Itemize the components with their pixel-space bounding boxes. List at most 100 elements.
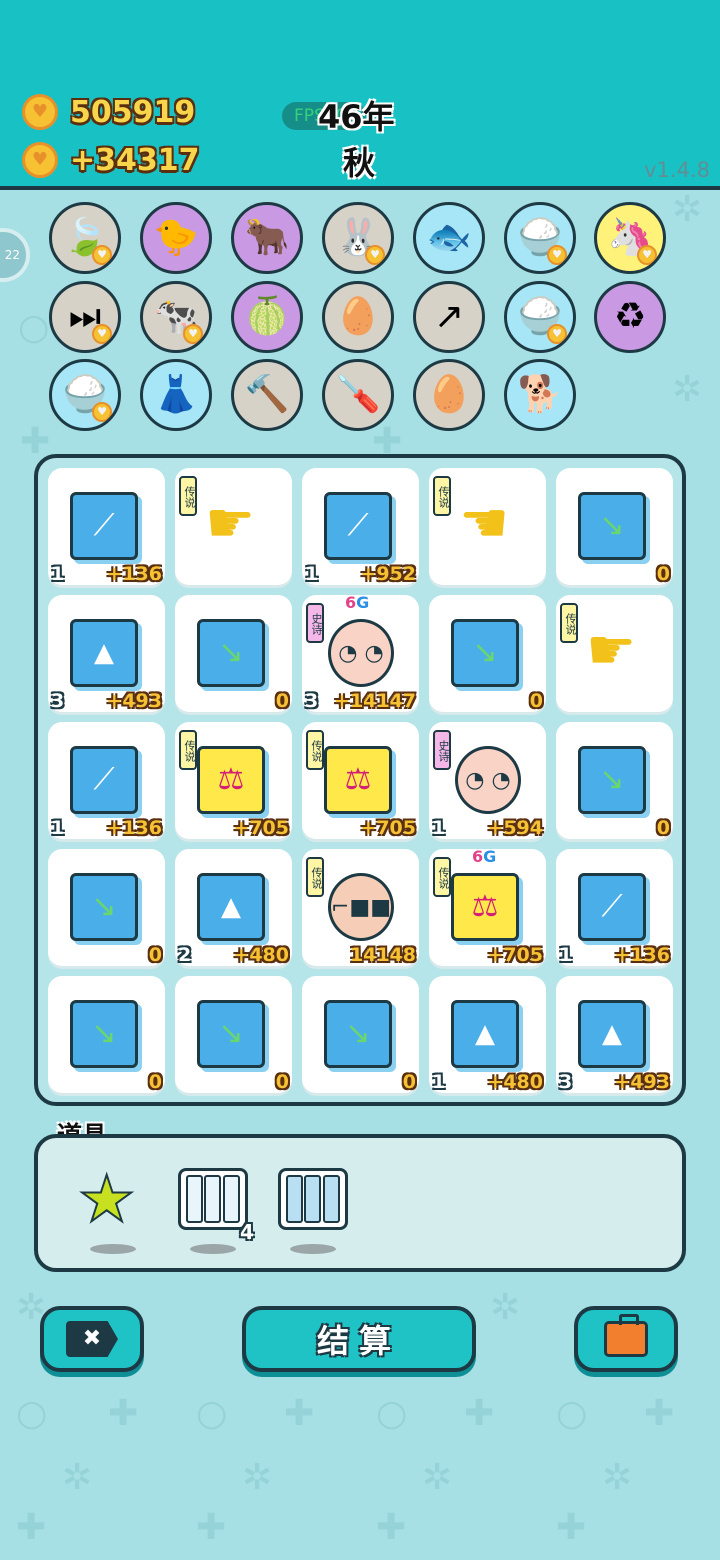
trend-up-icon: ⟋ [578, 873, 646, 941]
heart-badge-icon: ♥ [92, 324, 112, 344]
rabbit-item[interactable]: 🐰 ♥ [322, 202, 394, 274]
arrow-card-item[interactable]: ↗ [413, 281, 485, 353]
trend-down-icon: ↘ [70, 873, 138, 941]
pomelo-item[interactable]: 🍈 [231, 281, 303, 353]
board-cell[interactable]: ▲ 3 +493 [48, 595, 165, 712]
trend-down-icon: ↘ [578, 746, 646, 814]
cell-level: 3 [51, 690, 65, 712]
cell-value: +136 [614, 944, 670, 966]
skirt-item[interactable]: 👗 [140, 359, 212, 431]
board-cell[interactable]: ◔ ◔ 史诗 6G 3 +14147 [302, 593, 419, 712]
heart-badge-icon: ♥ [92, 245, 112, 265]
board-cell[interactable]: ⚖ 传说 6G +705 [429, 847, 546, 966]
board-cell[interactable]: ⚖ 传说 +705 [175, 722, 292, 839]
cell-value: 0 [656, 817, 670, 839]
egg-tray-item[interactable]: 🥚 [322, 281, 394, 353]
star-prop[interactable]: ★ [77, 1163, 136, 1254]
board-cell[interactable]: ⟋ 1 +136 [556, 849, 673, 966]
props-panel: ★ 4 [34, 1134, 686, 1272]
cell-level: 1 [432, 817, 446, 839]
coin-balance: ♥ 505919 [22, 94, 195, 130]
board-cell[interactable]: ▲ 2 +480 [175, 849, 292, 966]
board-cell[interactable]: ☛ 传说 [175, 468, 292, 585]
rice-bowl-item[interactable]: 🍚 ♥ [504, 202, 576, 274]
trend-down-icon: ↘ [197, 1000, 265, 1068]
inventory-button[interactable] [574, 1306, 678, 1372]
board-cell[interactable]: ⟋ 1 +952 [302, 468, 419, 585]
board-cell[interactable]: ⟋ 1 +136 [48, 468, 165, 585]
unicorn-item[interactable]: 🦄 ♥ [594, 202, 666, 274]
board-cell[interactable]: ↘ 0 [429, 595, 546, 712]
board-cell[interactable]: ☚ 传说 [429, 468, 546, 585]
6g-badge: 6G [345, 593, 369, 612]
rarity-tag: 传说 [306, 857, 324, 897]
egg-tray-item[interactable]: 🥚 [413, 359, 485, 431]
trend-down-icon: ↘ [451, 619, 519, 687]
board-cell[interactable]: ↘ 0 [48, 976, 165, 1093]
board-cell[interactable]: ⌐■■ 传说 14148 [302, 849, 419, 966]
screwdriver-item[interactable]: 🪛 [322, 359, 394, 431]
egg-tray-icon: 🥚 [335, 296, 381, 337]
cell-value: 14148 [349, 944, 416, 966]
pointing-hand-icon: ☚ [459, 491, 510, 556]
6g-badge-digit: 6 [472, 847, 484, 866]
filled-slots-icon [278, 1168, 348, 1230]
coin-total: 505919 [70, 94, 196, 130]
chick-egg-item[interactable]: 🐤 [140, 202, 212, 274]
gold-bars-icon: ▲ [578, 1000, 646, 1068]
fish-tank-icon: 🐟 [426, 217, 472, 258]
recycle-icon: ♻ [613, 296, 647, 337]
fish-tank-item[interactable]: 🐟 [413, 202, 485, 274]
board-cell[interactable]: ↘ 0 [556, 722, 673, 839]
board-cell[interactable]: ↘ 0 [175, 976, 292, 1093]
board-cell[interactable]: ⟋ 1 +136 [48, 722, 165, 839]
leaf-item[interactable]: 🍃 ♥ [49, 202, 121, 274]
pointing-hand-icon: ☛ [586, 618, 637, 683]
cell-value: +480 [233, 944, 289, 966]
side-drawer-tab[interactable]: 22 [0, 228, 30, 282]
settle-button[interactable]: 结算 [242, 1306, 476, 1372]
filled-slots-prop[interactable] [278, 1168, 348, 1254]
pointing-hand-icon: ☛ [205, 491, 256, 556]
rice-bowl-item[interactable]: 🍚 ♥ [49, 359, 121, 431]
shiba-dog-item[interactable]: 🐕 [504, 359, 576, 431]
hammer-item[interactable]: 🔨 [231, 359, 303, 431]
empty-slots-prop[interactable]: 4 [178, 1168, 254, 1254]
cow-pair-item[interactable]: 🐄 ♥ [140, 281, 212, 353]
empty-slots-icon [178, 1168, 248, 1230]
board-cell[interactable]: ▲ 3 +493 [556, 976, 673, 1093]
settle-label: 结算 [316, 1322, 401, 1360]
trend-down-icon: ↘ [197, 619, 265, 687]
trend-up-icon: ⟋ [70, 746, 138, 814]
top-header: ♥ 505919 ♥ +34317 FPS60 46年 秋 v1.4.8 [0, 0, 720, 190]
board-cell[interactable]: ☛ 传说 [556, 595, 673, 712]
rarity-tag: 传说 [179, 476, 197, 516]
cell-level: 1 [559, 944, 573, 966]
chick-egg-icon: 🐤 [153, 217, 199, 258]
heart-badge-icon: ♥ [547, 245, 567, 265]
trend-down-icon: ↘ [578, 492, 646, 560]
close-button[interactable]: ✖ [40, 1306, 144, 1372]
recycle-item[interactable]: ♻ [594, 281, 666, 353]
cell-value: +705 [360, 817, 416, 839]
board-cell[interactable]: ↘ 0 [48, 849, 165, 966]
cell-value: 0 [402, 1071, 416, 1093]
board-cell[interactable]: ↘ 0 [175, 595, 292, 712]
board-cell[interactable]: ◔ ◔ 史诗 1 +594 [429, 722, 546, 839]
cell-value: 0 [275, 1071, 289, 1093]
hammer-icon: 🔨 [244, 374, 290, 415]
cell-value: +705 [233, 817, 289, 839]
board-cell[interactable]: ▲ 1 +480 [429, 976, 546, 1093]
board-cell[interactable]: ↘ 0 [556, 468, 673, 585]
rarity-tag: 传说 [560, 603, 578, 643]
pomelo-icon: 🍈 [244, 296, 290, 337]
skip-item[interactable]: ⏭ ♥ [49, 281, 121, 353]
star-icon: ★ [77, 1163, 136, 1237]
rice-bowl-item[interactable]: 🍚 ♥ [504, 281, 576, 353]
board-cell[interactable]: ⚖ 传说 +705 [302, 722, 419, 839]
board-cell[interactable]: ↘ 0 [302, 976, 419, 1093]
skirt-icon: 👗 [153, 374, 199, 415]
ox-card-item[interactable]: 🐂 [231, 202, 303, 274]
6g-badge-digit: 6 [345, 593, 357, 612]
screwdriver-icon: 🪛 [335, 374, 381, 415]
